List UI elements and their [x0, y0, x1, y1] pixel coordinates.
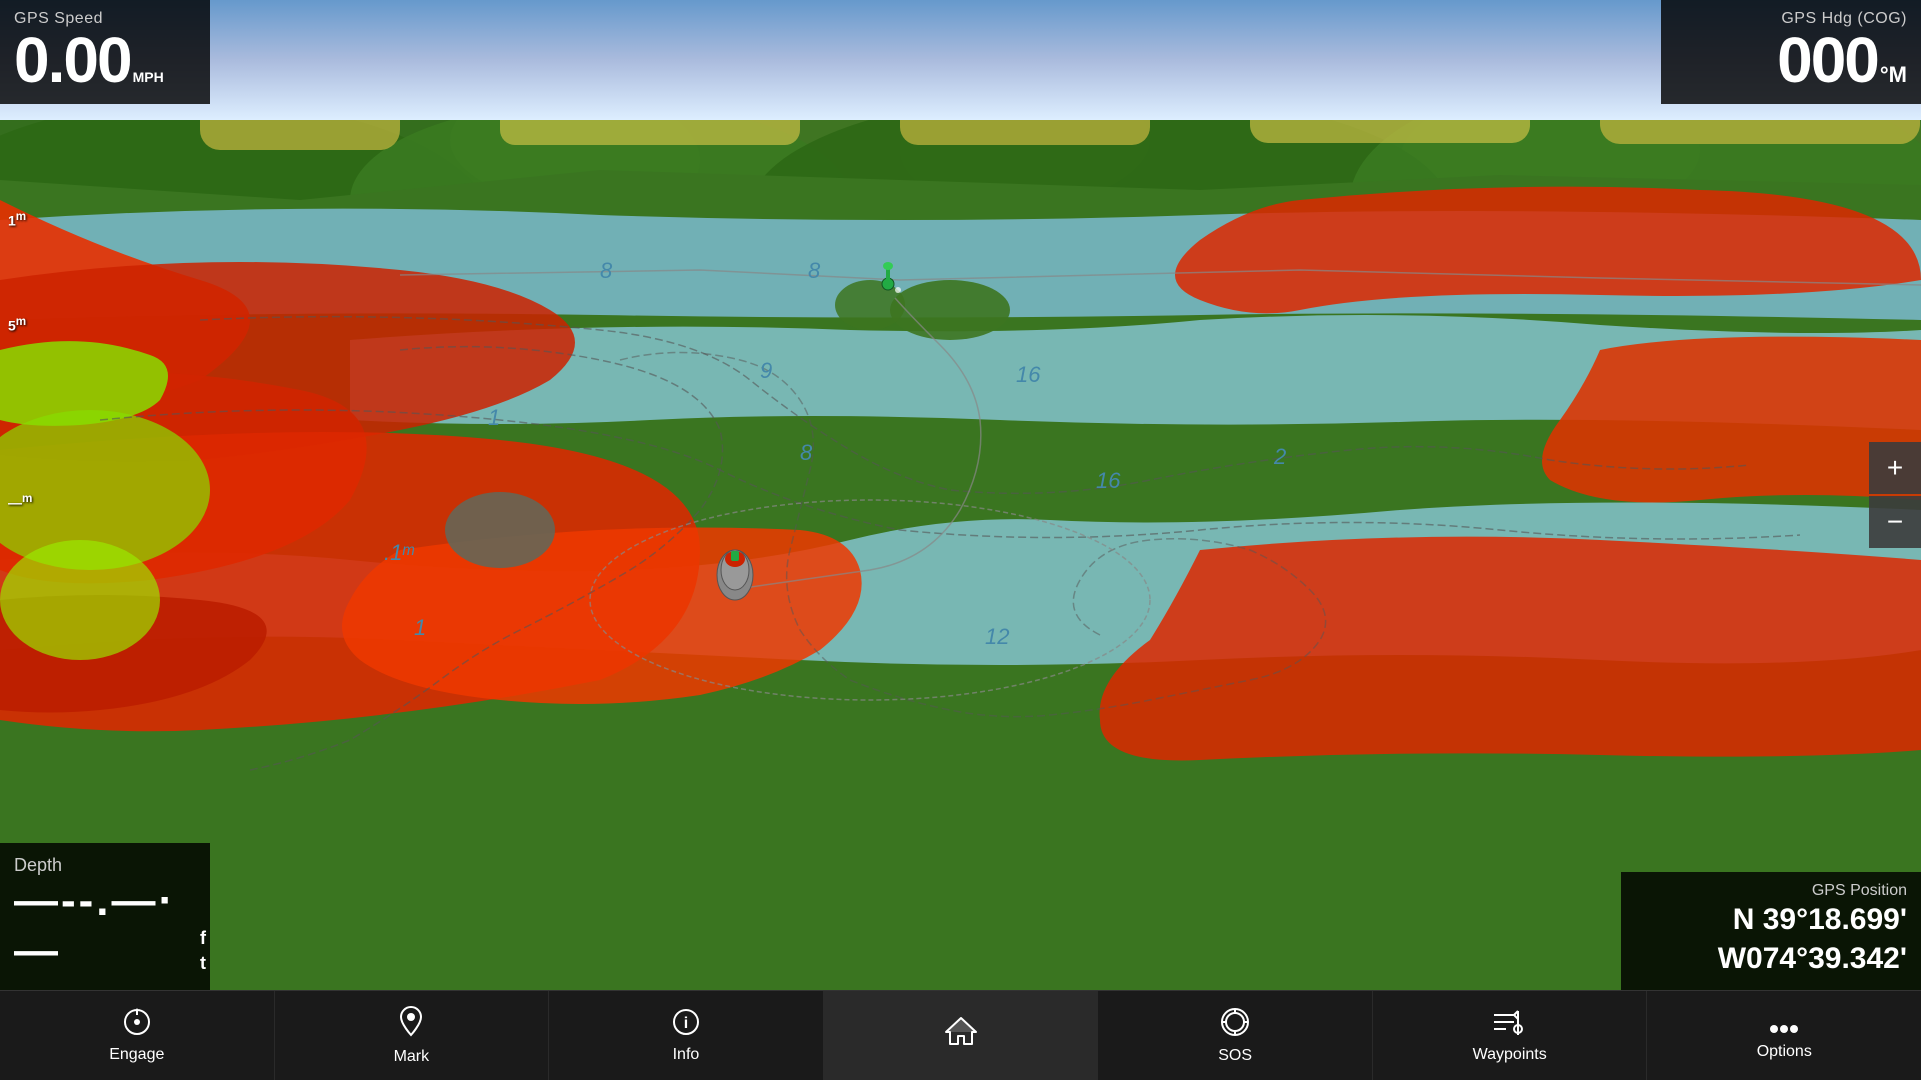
gps-position-lat: N 39°18.699' [1635, 900, 1907, 939]
gps-heading-value: 000 [1777, 28, 1878, 92]
engage-icon [122, 1007, 152, 1042]
nav-sos-label: SOS [1218, 1047, 1252, 1065]
zoom-controls: + − [1869, 442, 1921, 548]
nav-mark-label: Mark [394, 1048, 430, 1066]
map-svg: 1 1 8 8 8 9 16 16 12 2 .1ᵐ [0, 0, 1921, 990]
depth-num-8a: 8 [600, 258, 613, 283]
gps-heading-unit: °M [1880, 64, 1907, 86]
options-icon [1769, 1011, 1799, 1039]
depth-num-01: .1ᵐ [384, 540, 414, 565]
depth-num-1b: 1 [414, 615, 426, 640]
nav-mark[interactable]: Mark [275, 991, 550, 1080]
nav-info[interactable]: i Info [549, 991, 824, 1080]
gps-heading-widget: GPS Hdg (COG) 000 °M [1661, 0, 1921, 104]
nav-options[interactable]: Options [1647, 991, 1921, 1080]
app: 1 1 8 8 8 9 16 16 12 2 .1ᵐ [0, 0, 1921, 1080]
depth-num-2: 2 [1273, 444, 1286, 469]
nav-engage-label: Engage [109, 1046, 164, 1064]
depth-value: —--.—·— [14, 876, 196, 976]
depth-widget: Depth —--.—·— f t [0, 843, 210, 990]
depth-label: Depth [14, 855, 196, 876]
gps-speed-unit: MPH [133, 70, 164, 85]
svg-text:i: i [684, 1015, 688, 1032]
depth-unit-t: t [200, 951, 206, 976]
depth-unit-f: f [200, 926, 206, 951]
nav-sos[interactable]: SOS [1098, 991, 1373, 1080]
gps-speed-widget: GPS Speed 0.00 MPH [0, 0, 210, 104]
depth-num-1a: 1 [488, 405, 500, 430]
info-icon: i [671, 1007, 701, 1042]
nav-options-label: Options [1757, 1043, 1812, 1061]
nav-waypoints-label: Waypoints [1473, 1046, 1547, 1064]
depth-num-9: 9 [760, 358, 772, 383]
boat-icon [717, 550, 753, 600]
scale-5m: 5m [8, 315, 26, 334]
gps-position-widget: GPS Position N 39°18.699' W074°39.342' [1621, 872, 1921, 990]
depth-num-8c: 8 [800, 440, 813, 465]
depth-num-12: 12 [985, 624, 1009, 649]
nav-engage[interactable]: Engage [0, 991, 275, 1080]
map-area[interactable]: 1 1 8 8 8 9 16 16 12 2 .1ᵐ [0, 0, 1921, 990]
scale-1m: 1m [8, 210, 26, 229]
scale-m: —m [8, 492, 32, 511]
sos-icon [1219, 1006, 1251, 1043]
home-icon [944, 1016, 978, 1051]
sky [0, 0, 1921, 120]
depth-num-16a: 16 [1016, 362, 1041, 387]
nav-home[interactable] [824, 991, 1099, 1080]
gps-position-label: GPS Position [1635, 882, 1907, 900]
zoom-out-button[interactable]: − [1869, 496, 1921, 548]
mark-icon [396, 1005, 426, 1044]
nav-bar: Engage Mark i Info [0, 990, 1921, 1080]
nav-info-label: Info [673, 1046, 700, 1064]
gps-position-lon: W074°39.342' [1635, 939, 1907, 978]
zoom-in-button[interactable]: + [1869, 442, 1921, 494]
gps-speed-value: 0.00 [14, 28, 131, 92]
waypoints-icon [1492, 1007, 1528, 1042]
depth-num-16b: 16 [1096, 468, 1121, 493]
nav-waypoints[interactable]: Waypoints [1373, 991, 1648, 1080]
depth-num-8b: 8 [808, 258, 821, 283]
